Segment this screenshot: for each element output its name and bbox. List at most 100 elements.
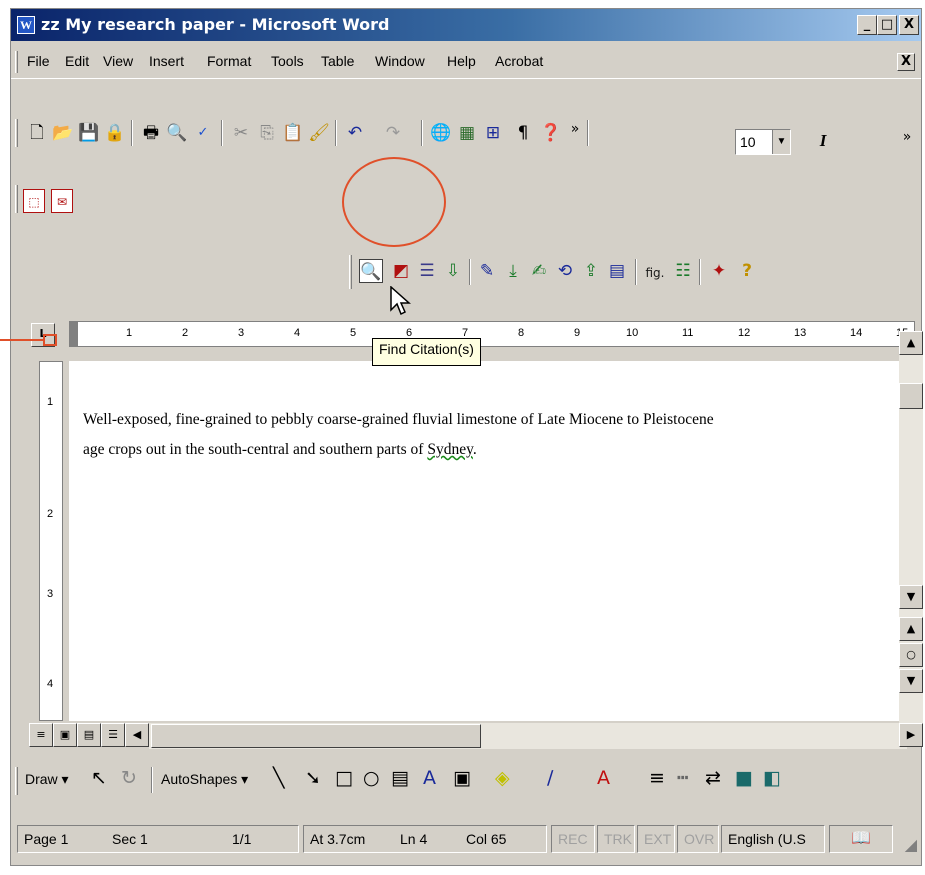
open-icon[interactable]: 📂	[51, 121, 75, 145]
menu-window[interactable]: Window	[375, 53, 425, 69]
menu-table[interactable]: Table	[321, 53, 354, 69]
arrow-style-icon[interactable]: ⇄	[705, 767, 721, 789]
fill-color-icon[interactable]: ◈	[495, 767, 510, 789]
status-ext[interactable]: EXT	[637, 825, 675, 853]
line-color-icon[interactable]: ∕	[547, 767, 553, 789]
oval-icon[interactable]: ○	[363, 767, 380, 789]
spelling-icon[interactable]: ✓	[191, 121, 215, 145]
go-to-icon[interactable]: ⇩	[441, 259, 465, 283]
scroll-thumb[interactable]	[899, 383, 923, 409]
rectangle-icon[interactable]: □	[335, 767, 353, 789]
select-browse-object-button[interactable]: ○	[899, 643, 923, 667]
menu-file[interactable]: File	[27, 53, 50, 69]
web-layout-view-icon[interactable]: ▣	[53, 723, 77, 747]
next-page-button[interactable]: ▼	[899, 669, 923, 693]
insert-table-icon[interactable]: ⊞	[481, 121, 505, 145]
title-bar[interactable]: W zz My research paper - Microsoft Word …	[11, 9, 921, 41]
toolbar-overflow-icon[interactable]: »	[563, 117, 587, 141]
print-layout-view-icon[interactable]: ▤	[77, 723, 101, 747]
menu-format[interactable]: Format	[207, 53, 251, 69]
wordart-icon[interactable]: A	[423, 767, 436, 789]
scroll-right-button[interactable]: ▶	[899, 723, 923, 747]
autoshapes-menu-button[interactable]: AutoShapes ▾	[161, 771, 248, 788]
tools-icon[interactable]: ✦	[707, 259, 731, 283]
print-preview-icon[interactable]: 🔍	[165, 121, 189, 145]
maximize-button[interactable]: □	[877, 15, 897, 35]
spelling-status-icon[interactable]: 📖	[829, 825, 893, 853]
vertical-scrollbar[interactable]: ▲ ▼ ▲ ○ ▼	[899, 331, 923, 723]
print-icon[interactable]: 🖶	[139, 121, 163, 145]
horizontal-scroll-thumb[interactable]	[151, 724, 481, 748]
copy-icon[interactable]: ⎘	[255, 121, 279, 145]
select-objects-icon[interactable]: ↖	[91, 767, 107, 789]
menu-insert[interactable]: Insert	[149, 53, 184, 69]
line-icon[interactable]: ╲	[273, 767, 284, 789]
toolbar-grip[interactable]	[15, 185, 18, 213]
resize-grip-icon[interactable]: ◢	[905, 835, 917, 855]
document-word-sydney[interactable]: Sydney	[427, 441, 473, 458]
menu-edit[interactable]: Edit	[65, 53, 89, 69]
font-size-select[interactable]: 10 ▼	[735, 129, 791, 155]
tables-borders-icon[interactable]: ▦	[455, 121, 479, 145]
close-button[interactable]: X	[899, 15, 919, 35]
italic-button[interactable]: I	[811, 129, 835, 153]
manuscript-icon[interactable]: ✍	[527, 259, 551, 283]
dash-style-icon[interactable]: ┅	[677, 767, 688, 789]
toolbar-grip[interactable]	[15, 767, 18, 795]
insert-icon[interactable]: ⤓	[501, 259, 525, 283]
paste-icon[interactable]: 📋	[281, 121, 305, 145]
minimize-button[interactable]: _	[857, 15, 877, 35]
menu-view[interactable]: View	[103, 53, 133, 69]
document-close-button[interactable]: X	[897, 53, 915, 71]
vertical-ruler-strip[interactable]: 1 2 3 4	[39, 361, 63, 721]
list-icon[interactable]: ☷	[671, 259, 695, 283]
edit-icon[interactable]: ✎	[475, 259, 499, 283]
redo-icon[interactable]: ↷	[381, 121, 405, 145]
free-rotate-icon[interactable]: ↻	[121, 767, 137, 789]
previous-page-button[interactable]: ▲	[899, 617, 923, 641]
status-ovr[interactable]: OVR	[677, 825, 719, 853]
save-icon[interactable]: 💾	[77, 121, 101, 145]
help-icon[interactable]: ❓	[539, 121, 563, 145]
new-icon[interactable]: 🗋	[25, 121, 49, 145]
word-app-icon[interactable]: W	[17, 16, 35, 34]
convert-to-pdf-icon[interactable]: ⬚	[23, 189, 45, 213]
convert-and-email-icon[interactable]: ✉	[51, 189, 73, 213]
unformat-icon[interactable]: ⇪	[579, 259, 603, 283]
outline-view-icon[interactable]: ☰	[101, 723, 125, 747]
chevron-down-icon[interactable]: ▼	[772, 130, 790, 154]
font-color-icon[interactable]: A	[597, 767, 610, 789]
menu-help[interactable]: Help	[447, 53, 476, 69]
cut-icon[interactable]: ✂	[229, 121, 253, 145]
insert-picture-icon[interactable]: ▣	[453, 767, 471, 789]
find-citation-icon[interactable]: 🔍	[359, 259, 383, 283]
status-trk[interactable]: TRK	[597, 825, 635, 853]
3d-icon[interactable]: ◧	[763, 767, 781, 789]
bibliography-icon[interactable]: ☰	[415, 259, 439, 283]
toolbar-grip[interactable]	[15, 119, 18, 147]
status-page-section[interactable]: Page 1 Sec 1 1/1	[17, 825, 299, 853]
citation-help-icon[interactable]: ?	[735, 259, 759, 283]
status-position[interactable]: At 3.7cm Ln 4 Col 65	[303, 825, 547, 853]
text-box-icon[interactable]: ▤	[391, 767, 409, 789]
menu-tools[interactable]: Tools	[271, 53, 304, 69]
scroll-left-button[interactable]: ◀	[125, 723, 149, 747]
preferences-icon[interactable]: ⟲	[553, 259, 577, 283]
status-rec[interactable]: REC	[551, 825, 595, 853]
toolbar-grip[interactable]	[349, 255, 352, 289]
arrow-icon[interactable]: ➘	[305, 767, 321, 789]
draw-menu-button[interactable]: Draw ▾	[25, 771, 69, 788]
hyperlink-icon[interactable]: 🌐	[429, 121, 453, 145]
document-page[interactable]: Well-exposed, fine-grained to pebbly coa…	[69, 361, 899, 721]
undo-icon[interactable]: ↶	[343, 121, 367, 145]
insert-reference-icon[interactable]: ◩	[389, 259, 413, 283]
status-language[interactable]: English (U.S	[721, 825, 825, 853]
menu-grip[interactable]	[15, 51, 18, 73]
show-hide-icon[interactable]: ¶	[511, 121, 535, 145]
scroll-down-button[interactable]: ▼	[899, 585, 923, 609]
generate-icon[interactable]: ▤	[605, 259, 629, 283]
line-style-icon[interactable]: ≡	[649, 767, 665, 789]
permission-icon[interactable]: 🔒	[103, 121, 127, 145]
format-painter-icon[interactable]: 🖌	[307, 121, 331, 145]
menu-acrobat[interactable]: Acrobat	[495, 53, 543, 69]
